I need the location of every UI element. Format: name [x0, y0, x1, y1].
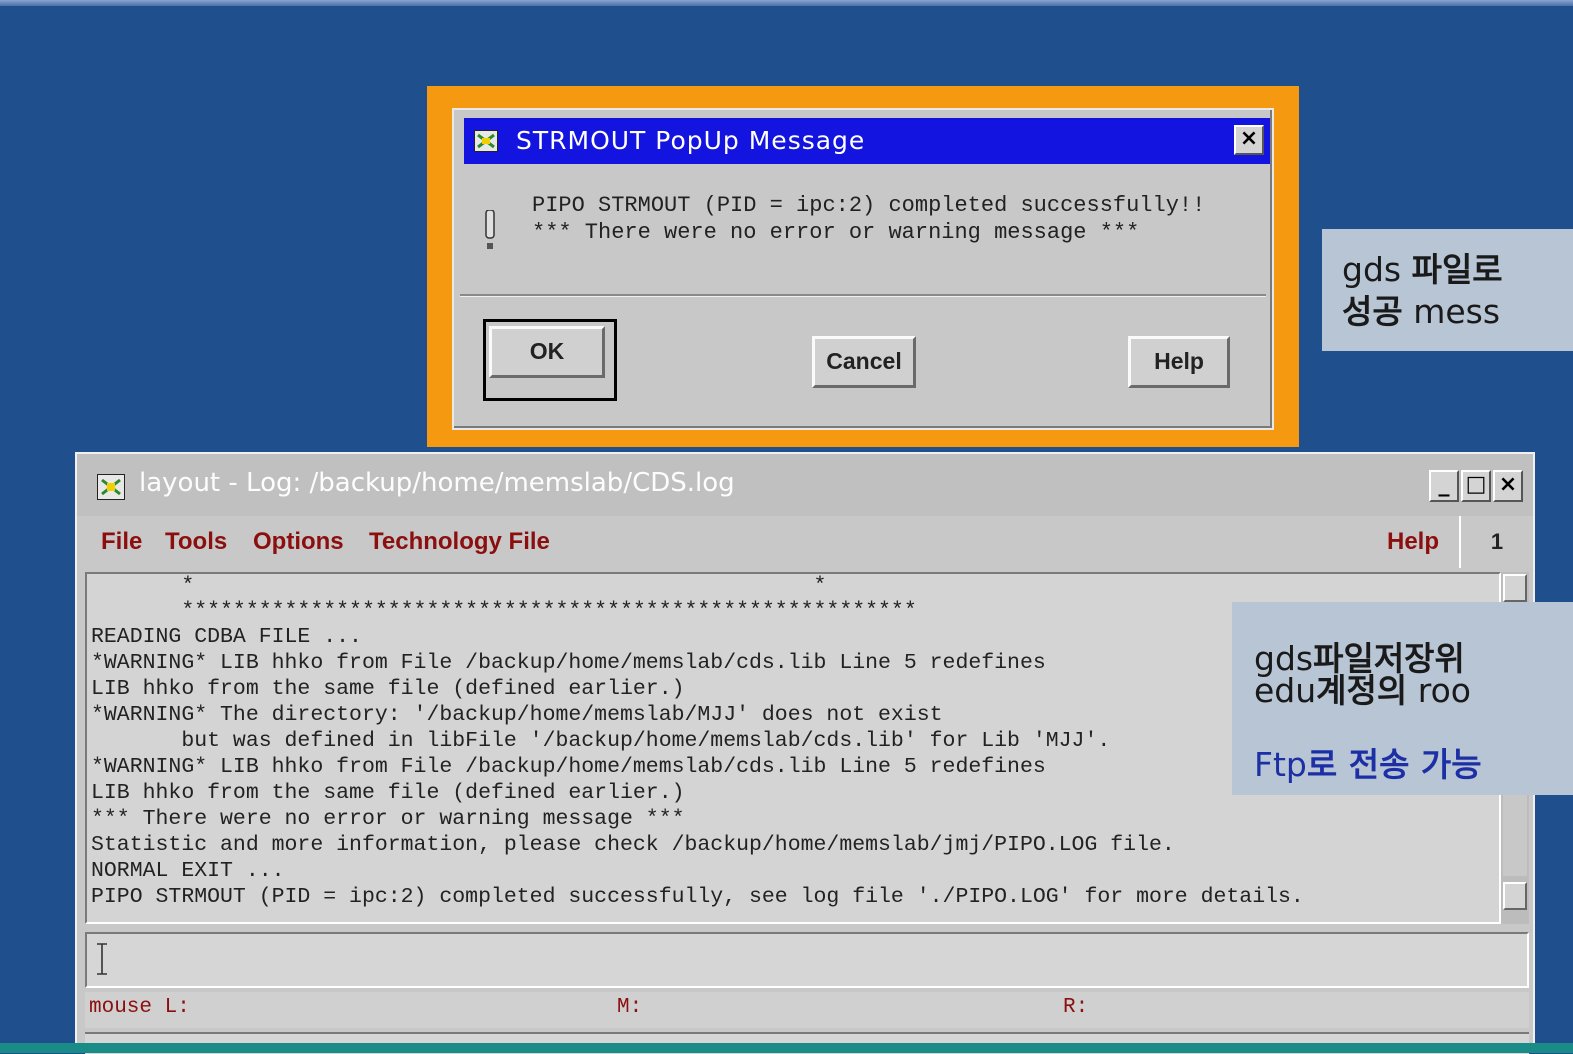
- command-input[interactable]: [85, 932, 1529, 988]
- window-number: 1: [1459, 516, 1533, 568]
- log-line: *WARNING* LIB hhko from File /backup/hom…: [91, 651, 1046, 675]
- log-line: but was defined in libFile '/backup/home…: [91, 729, 1111, 753]
- note1-text-d: mess: [1402, 292, 1501, 331]
- log-title-bar[interactable]: layout - Log: /backup/home/memslab/CDS.l…: [77, 454, 1533, 516]
- note1-text-b: 파일로: [1411, 250, 1503, 289]
- mouse-right-label: R:: [1063, 996, 1089, 1019]
- menu-file[interactable]: File: [101, 528, 142, 556]
- log-line: Statistic and more information, please c…: [91, 833, 1175, 857]
- close-icon[interactable]: ×: [1493, 470, 1523, 502]
- note2-text-c: edu: [1254, 671, 1317, 710]
- log-line: READING CDBA FILE ...: [91, 625, 362, 649]
- log-line: *WARNING* LIB hhko from File /backup/hom…: [91, 755, 1046, 779]
- log-line: *** There were no error or warning messa…: [91, 807, 685, 831]
- log-line: PIPO STRMOUT (PID = ipc:2) completed suc…: [91, 885, 1304, 909]
- log-line: *WARNING* The directory: '/backup/home/m…: [91, 703, 943, 727]
- log-line: LIB hhko from the same file (defined ear…: [91, 781, 685, 805]
- note2-text-g: 로 전송 가능: [1306, 745, 1482, 784]
- scroll-down-icon[interactable]: [1503, 882, 1527, 910]
- menu-tools[interactable]: Tools: [165, 528, 227, 556]
- close-icon[interactable]: ×: [1234, 125, 1264, 155]
- divider: [460, 294, 1266, 297]
- exclamation-icon: [485, 210, 495, 249]
- message-line-1: PIPO STRMOUT (PID = ipc:2) completed suc…: [532, 193, 1206, 218]
- bottom-strip: [0, 1043, 1573, 1053]
- log-line: LIB hhko from the same file (defined ear…: [91, 677, 685, 701]
- window-icon[interactable]: [474, 130, 498, 152]
- log-line: NORMAL EXIT ...: [91, 859, 285, 883]
- mouse-middle-label: M:: [617, 996, 643, 1019]
- popup-title: STRMOUT PopUp Message: [516, 126, 866, 155]
- menu-technology-file[interactable]: Technology File: [369, 528, 550, 556]
- log-line: ****************************************…: [91, 599, 917, 623]
- menu-bar: File Tools Options Technology File Help …: [77, 516, 1533, 568]
- minimize-icon[interactable]: _: [1429, 470, 1459, 502]
- help-button[interactable]: Help: [1128, 336, 1230, 388]
- cancel-button[interactable]: Cancel: [812, 336, 916, 388]
- note1-text-a: gds: [1342, 250, 1412, 289]
- popup-message: PIPO STRMOUT (PID = ipc:2) completed suc…: [532, 192, 1205, 246]
- log-window-title: layout - Log: /backup/home/memslab/CDS.l…: [139, 468, 735, 498]
- annotation-save-success: gds 파일로 성공 mess: [1322, 229, 1573, 351]
- note2-text-d: 계정의: [1316, 671, 1408, 710]
- mouse-status-bar: mouse L: M: R:: [85, 992, 1529, 1028]
- log-line: * *: [91, 574, 827, 598]
- text-cursor-icon: [97, 943, 107, 975]
- maximize-icon[interactable]: □: [1461, 470, 1491, 502]
- menu-options[interactable]: Options: [253, 528, 344, 556]
- annotation-gds-location: gds파일저장위 edu계정의 roo Ftp로 전송 가능: [1232, 602, 1573, 795]
- ok-button[interactable]: OK: [489, 326, 605, 378]
- note2-text-e: roo: [1407, 671, 1471, 710]
- popup-title-bar[interactable]: STRMOUT PopUp Message ×: [464, 118, 1270, 164]
- scroll-up-icon[interactable]: [1503, 574, 1527, 602]
- window-icon[interactable]: [97, 474, 125, 500]
- strmout-popup-dialog: STRMOUT PopUp Message × PIPO STRMOUT (PI…: [452, 108, 1274, 430]
- message-line-2: *** There were no error or warning messa…: [532, 220, 1140, 245]
- menu-help[interactable]: Help: [1387, 528, 1439, 556]
- mouse-left-label: mouse L:: [89, 996, 190, 1019]
- note1-text-c: 성공: [1342, 292, 1403, 331]
- slide-top-bar: [0, 0, 1573, 6]
- note2-text-f: Ftp: [1254, 745, 1307, 784]
